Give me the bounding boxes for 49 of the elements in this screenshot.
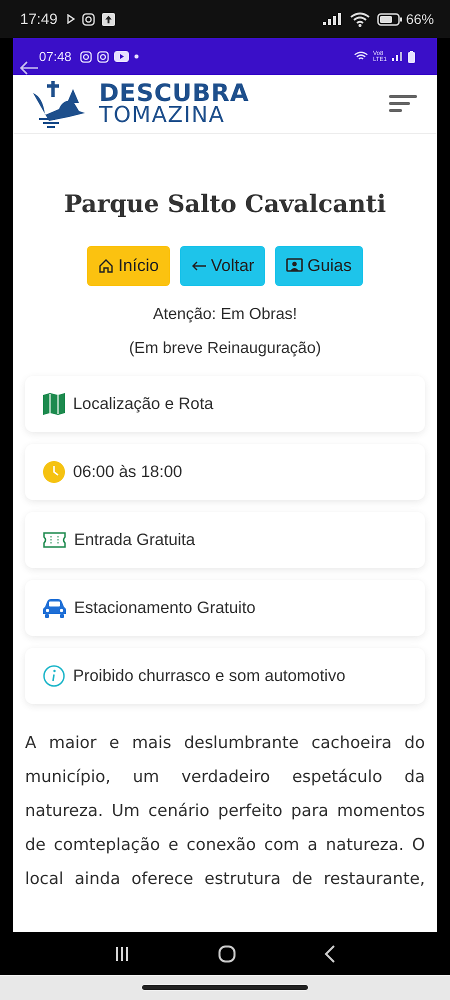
info-card[interactable]: Estacionamento Gratuito	[25, 580, 425, 636]
youtube-icon	[114, 51, 129, 62]
wifi-icon	[350, 12, 370, 26]
left-arrow-icon	[190, 260, 207, 272]
notice-text: (Em breve Reinauguração)	[128, 340, 322, 358]
instagram-icon	[82, 12, 95, 26]
person-screen-icon	[286, 258, 304, 274]
back-arrow-icon[interactable]	[19, 61, 39, 75]
signal-icon	[322, 13, 343, 25]
card-label: Estacionamento Gratuito	[74, 598, 256, 618]
home-icon	[98, 258, 114, 274]
logo-subtitle: TOMAZINA	[99, 105, 226, 127]
signal-icon	[392, 52, 403, 61]
card-label: Localização e Rota	[73, 394, 214, 414]
play-icon	[66, 14, 75, 24]
description-paragraph: A maior e mais deslumbrante cachoeira do município, um verdadeiro espetáculo da natureza. Um cenário perfeito para momentos de comteplação e conexão com a natureza. O local ainda oferece estrutura de restaurante,	[25, 732, 425, 890]
app-status-time: 07:48	[39, 49, 72, 64]
gesture-handle[interactable]	[142, 985, 308, 990]
notice-text: Atenção: Em Obras!	[152, 306, 298, 324]
card-label: 06:00 às 18:00	[73, 462, 182, 482]
back-nav-icon[interactable]	[324, 944, 336, 962]
menu-icon[interactable]	[389, 94, 417, 114]
logo-title: DESCUBRA	[99, 81, 250, 105]
instagram-icon	[80, 50, 92, 62]
info-card[interactable]: Localização e Rota	[25, 376, 425, 432]
upload-icon	[102, 12, 115, 26]
recent-apps-icon[interactable]	[114, 946, 130, 962]
info-card[interactable]: Proibido churrasco e som automotivo	[25, 648, 425, 704]
map-icon	[43, 393, 65, 415]
page-title: Parque Salto Cavalcanti	[63, 189, 387, 218]
home-nav-icon[interactable]	[218, 944, 236, 962]
dot-icon	[134, 54, 139, 59]
battery-icon	[376, 12, 403, 26]
battery-level: 66%	[406, 11, 434, 27]
info-card[interactable]: Entrada Gratuita	[25, 512, 425, 568]
info-icon	[43, 665, 65, 687]
ticket-icon	[43, 532, 66, 548]
status-time: 17:49	[20, 10, 58, 28]
wifi-icon	[354, 51, 368, 62]
guides-button[interactable]: Guias	[275, 246, 363, 286]
info-card[interactable]: 06:00 às 18:00	[25, 444, 425, 500]
clock-icon	[43, 461, 65, 483]
car-icon	[43, 598, 66, 618]
battery-icon	[408, 50, 415, 62]
home-button[interactable]: Início	[87, 246, 170, 286]
card-label: Entrada Gratuita	[74, 530, 196, 550]
card-label: Proibido churrasco e som automotivo	[73, 666, 346, 686]
instagram-icon	[96, 50, 109, 62]
back-button[interactable]: Voltar	[180, 246, 266, 286]
